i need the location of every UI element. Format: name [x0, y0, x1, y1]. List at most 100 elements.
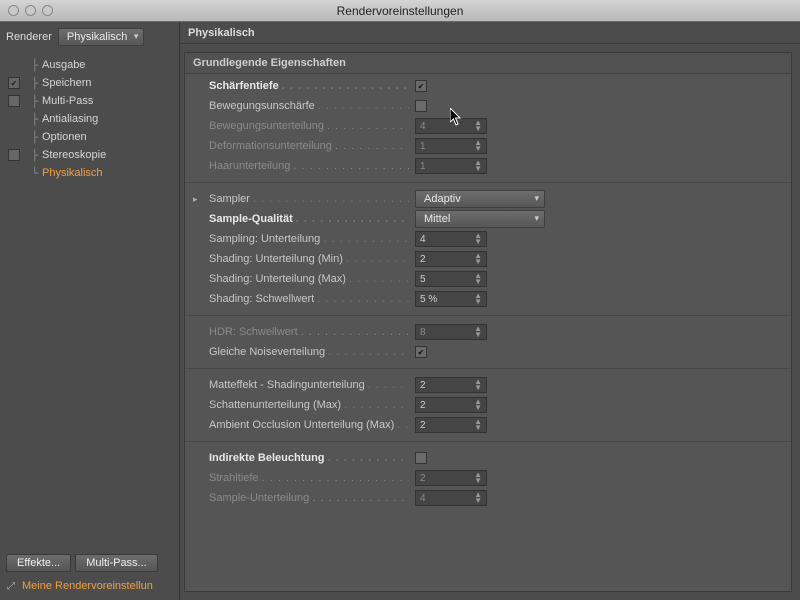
spinner-value: 5 % — [420, 294, 437, 305]
settings-panel: Grundlegende Eigenschaften Schärfentiefe… — [184, 52, 792, 592]
property-label: Shading: Unterteilung (Max) — [209, 273, 409, 285]
separator — [185, 315, 791, 316]
dropdown-value: Adaptiv — [424, 193, 461, 205]
property-label: Matteffekt - Shadingunterteilung — [209, 379, 409, 391]
preset-name: Meine Rendervoreinstellun — [22, 580, 153, 592]
spinner-arrows-icon: ▲▼ — [474, 492, 482, 504]
shadowmax-spinner[interactable]: 2▲▼ — [415, 397, 487, 413]
property-row-gi: Indirekte Beleuchtung — [193, 448, 783, 468]
tree-item-label: Stereoskopie — [42, 149, 106, 161]
window-title: Rendervoreinstellungen — [0, 4, 800, 18]
left-panel: Renderer Physikalisch ├Ausgabe✔├Speicher… — [0, 22, 180, 600]
dropdown-value: Mittel — [424, 213, 450, 225]
gi-checkbox[interactable] — [415, 452, 427, 464]
tree-checkbox — [8, 167, 20, 179]
hairsub-spinner: 1▲▼ — [415, 158, 487, 174]
property-label: Gleiche Noiseverteilung — [209, 346, 409, 358]
renderer-label: Renderer — [6, 31, 52, 43]
tree-item-label: Ausgabe — [42, 59, 85, 71]
msub-spinner: 4▲▼ — [415, 118, 487, 134]
spinner-arrows-icon: ▲▼ — [474, 140, 482, 152]
separator — [185, 441, 791, 442]
property-row-eqnoise: Gleiche Noiseverteilung — [193, 342, 783, 362]
spinner-value: 2 — [420, 254, 426, 265]
property-label: HDR: Schwellwert — [209, 326, 409, 338]
property-label: Strahltiefe — [209, 472, 409, 484]
property-row-sampler: ▸ Sampler Adaptiv — [193, 189, 783, 209]
spinner-arrows-icon: ▲▼ — [474, 233, 482, 245]
spinner-value: 2 — [420, 473, 426, 484]
shmin-spinner[interactable]: 2 ▲▼ — [415, 251, 487, 267]
sampler-dropdown[interactable]: Adaptiv — [415, 190, 545, 208]
tree-checkbox — [8, 59, 20, 71]
tree-branch-icon: ├ — [24, 149, 38, 162]
property-row-shadowmax: Schattenunterteilung (Max) 2▲▼ — [193, 395, 783, 415]
property-label: Schattenunterteilung (Max) — [209, 399, 409, 411]
tree-item-optionen[interactable]: ├ Optionen — [6, 128, 179, 146]
tree-branch-icon: ├ — [24, 131, 38, 144]
spinner-arrows-icon: ▲▼ — [474, 273, 482, 285]
dof-checkbox[interactable] — [415, 80, 427, 92]
property-label: Haarunterteilung — [209, 160, 409, 172]
tree-checkbox[interactable] — [8, 95, 20, 107]
tree-branch-icon: └ — [24, 167, 38, 180]
tree-item-physikalisch[interactable]: └Physikalisch — [6, 164, 179, 182]
ssub-spinner[interactable]: 4 ▲▼ — [415, 231, 487, 247]
right-panel-title: Physikalisch — [180, 22, 800, 44]
property-row-raydepth: Strahltiefe 2▲▼ — [193, 468, 783, 488]
shthr-spinner[interactable]: 5 %▲▼ — [415, 291, 487, 307]
property-label: Shading: Unterteilung (Min) — [209, 253, 409, 265]
tree-item-label: Optionen — [42, 131, 87, 143]
renderer-tree: ├Ausgabe✔├Speichern├Multi-Pass├Antialias… — [0, 50, 179, 188]
separator — [185, 368, 791, 369]
eqnoise-checkbox[interactable] — [415, 346, 427, 358]
multipass-button[interactable]: Multi-Pass... — [75, 554, 158, 572]
tree-item-ausgabe[interactable]: ├ Ausgabe — [6, 56, 179, 74]
property-label: Sample-Qualität — [209, 213, 409, 225]
tree-checkbox — [8, 113, 20, 125]
gisub-spinner: 4 ▲▼ — [415, 490, 487, 506]
effects-button[interactable]: Effekte... — [6, 554, 71, 572]
preset-row[interactable]: ⤢ Meine Rendervoreinstellun — [6, 580, 173, 592]
tree-item-label: Multi-Pass — [42, 95, 93, 107]
tree-item-stereoskopie[interactable]: ├ Stereoskopie — [6, 146, 179, 164]
spinner-value: 8 — [420, 327, 426, 338]
mblur-checkbox[interactable] — [415, 100, 427, 112]
property-row-msub: Bewegungsunterteilung 4▲▼ — [193, 116, 783, 136]
spinner-arrows-icon: ▲▼ — [474, 419, 482, 431]
spinner-value: 4 — [420, 234, 426, 245]
property-row-matte: Matteffekt - Shadingunterteilung 2▲▼ — [193, 375, 783, 395]
property-label: Sample-Unterteilung — [209, 492, 409, 504]
tree-item-multipass[interactable]: ├Multi-Pass — [6, 92, 179, 110]
tree-item-antialiasing[interactable]: ├Antialiasing — [6, 110, 179, 128]
property-label: Sampler — [209, 193, 409, 205]
spinner-value: 4 — [420, 493, 426, 504]
preset-expand-icon: ⤢ — [6, 581, 16, 591]
defsub-spinner: 1 ▲▼ — [415, 138, 487, 154]
property-row-aomax: Ambient Occlusion Unterteilung (Max) 2▲▼ — [193, 415, 783, 435]
spinner-arrows-icon: ▲▼ — [474, 120, 482, 132]
right-panel: Physikalisch Grundlegende Eigenschaften … — [180, 22, 800, 600]
renderer-dropdown[interactable]: Physikalisch — [58, 28, 145, 46]
tree-item-label: Speichern — [42, 77, 92, 89]
property-label: Bewegungsunschärfe — [209, 100, 409, 112]
property-row-shmax: Shading: Unterteilung (Max) 5▲▼ — [193, 269, 783, 289]
property-row-hairsub: Haarunterteilung 1▲▼ — [193, 156, 783, 176]
disclosure-icon[interactable]: ▸ — [193, 194, 203, 205]
aomax-spinner[interactable]: 2▲▼ — [415, 417, 487, 433]
tree-checkbox — [8, 131, 20, 143]
property-row-mblur: Bewegungsunschärfe — [193, 96, 783, 116]
tree-item-speichern[interactable]: ✔├Speichern — [6, 74, 179, 92]
tree-branch-icon: ├ — [24, 113, 38, 126]
tree-branch-icon: ├ — [24, 59, 38, 72]
spinner-value: 2 — [420, 400, 426, 411]
spinner-value: 1 — [420, 141, 426, 152]
property-row-shmin: Shading: Unterteilung (Min) 2 ▲▼ — [193, 249, 783, 269]
matte-spinner[interactable]: 2▲▼ — [415, 377, 487, 393]
tree-checkbox[interactable]: ✔ — [8, 77, 20, 89]
squal-dropdown[interactable]: Mittel — [415, 210, 545, 228]
property-label: Indirekte Beleuchtung — [209, 452, 409, 464]
tree-checkbox[interactable] — [8, 149, 20, 161]
spinner-arrows-icon: ▲▼ — [474, 253, 482, 265]
shmax-spinner[interactable]: 5▲▼ — [415, 271, 487, 287]
